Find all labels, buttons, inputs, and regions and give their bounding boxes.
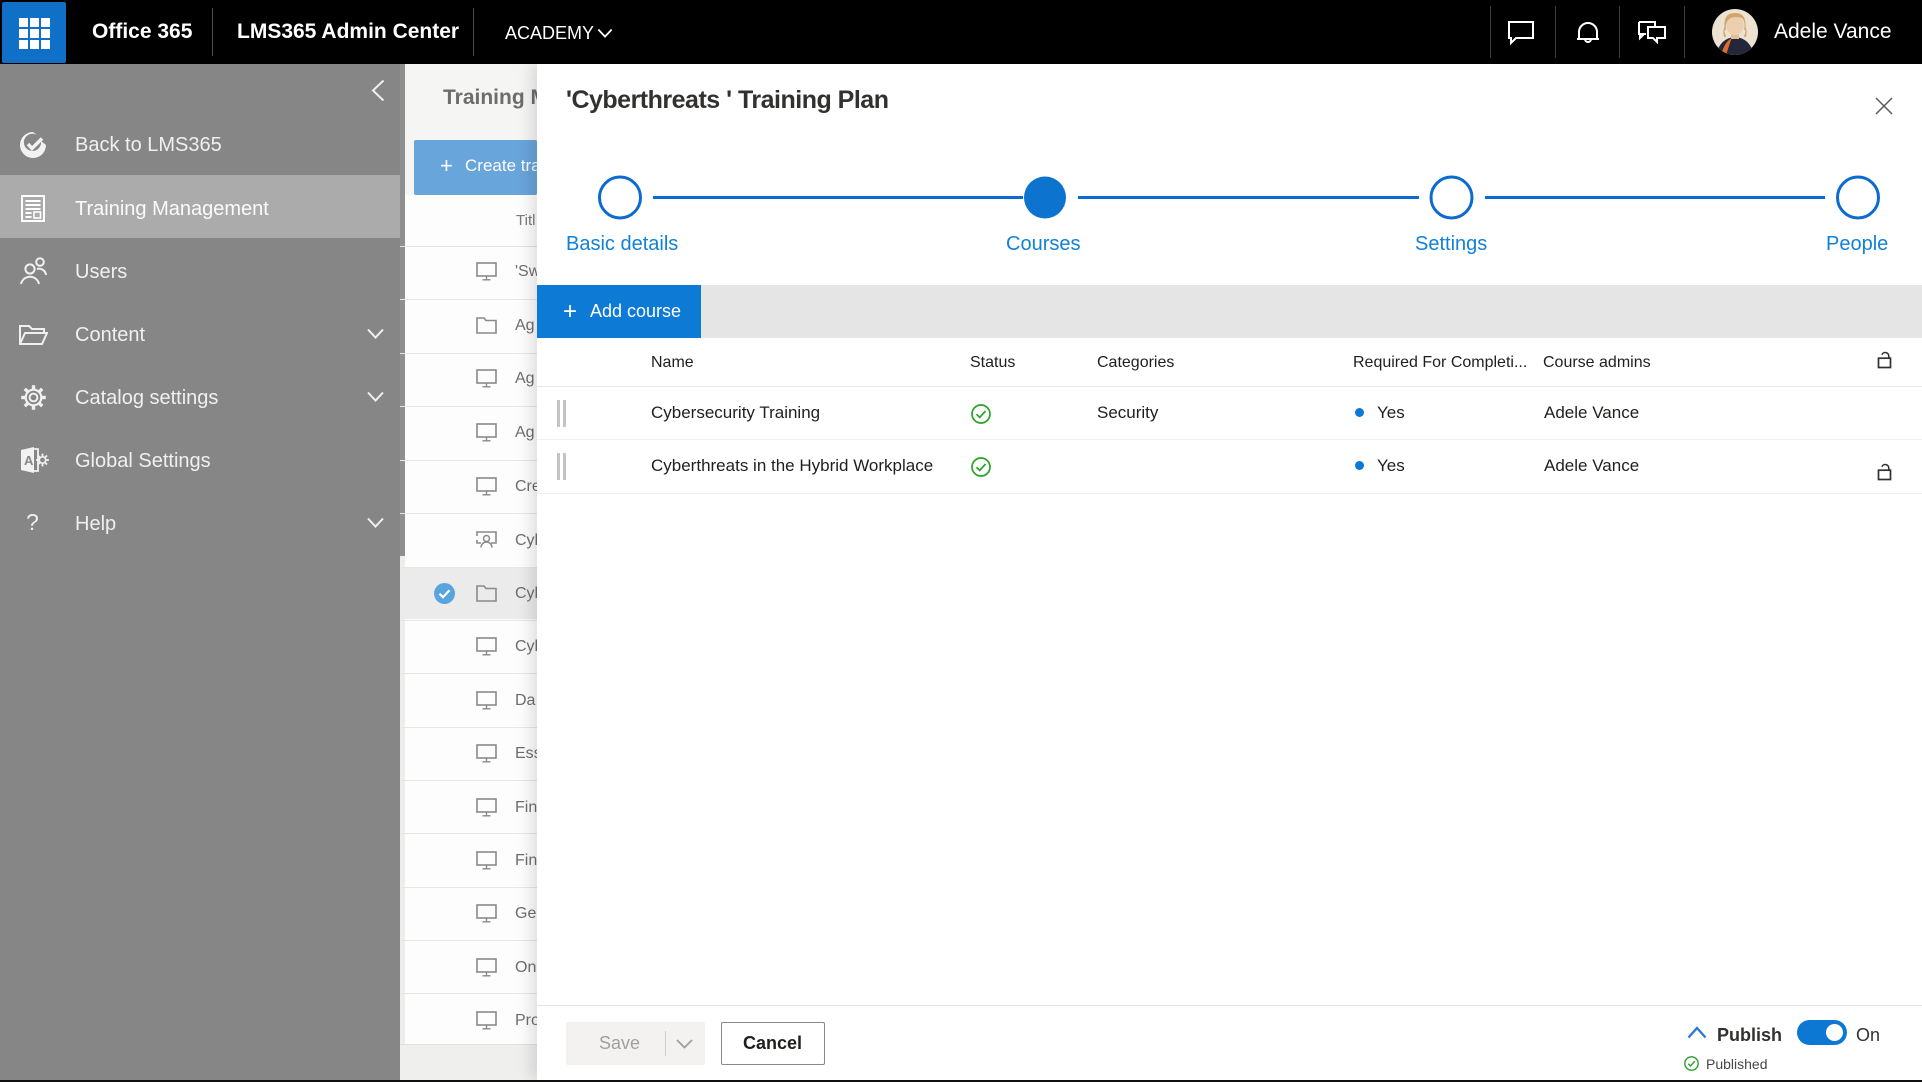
svg-text:A: A bbox=[24, 453, 34, 468]
